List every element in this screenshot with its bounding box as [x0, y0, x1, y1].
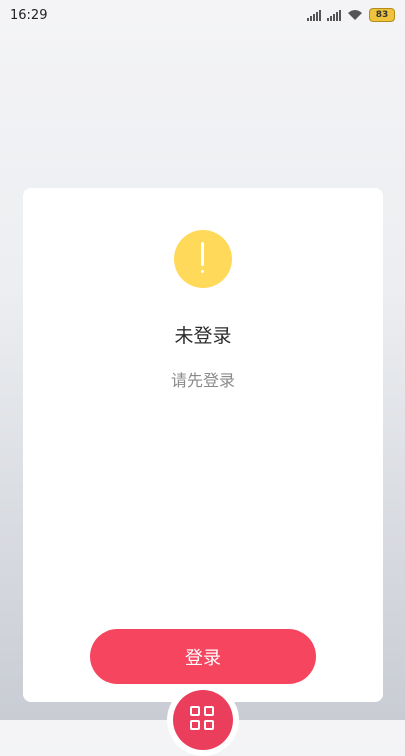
warning-icon: [174, 230, 232, 288]
status-icons: 83: [307, 8, 395, 22]
login-button[interactable]: 登录: [90, 629, 316, 684]
qr-code-icon: [173, 690, 233, 750]
battery-icon: 83: [369, 8, 395, 22]
card-title: 未登录: [174, 325, 232, 347]
card-subtitle: 请先登录: [170, 371, 235, 390]
signal-icon: [307, 9, 321, 21]
qr-scan-button[interactable]: [167, 684, 239, 756]
signal-icon: [327, 9, 341, 21]
wifi-icon: [348, 10, 362, 20]
status-bar: 16:29 83: [0, 0, 405, 30]
status-time: 16:29: [10, 7, 48, 23]
login-required-card: 未登录 请先登录 登录: [23, 188, 383, 702]
